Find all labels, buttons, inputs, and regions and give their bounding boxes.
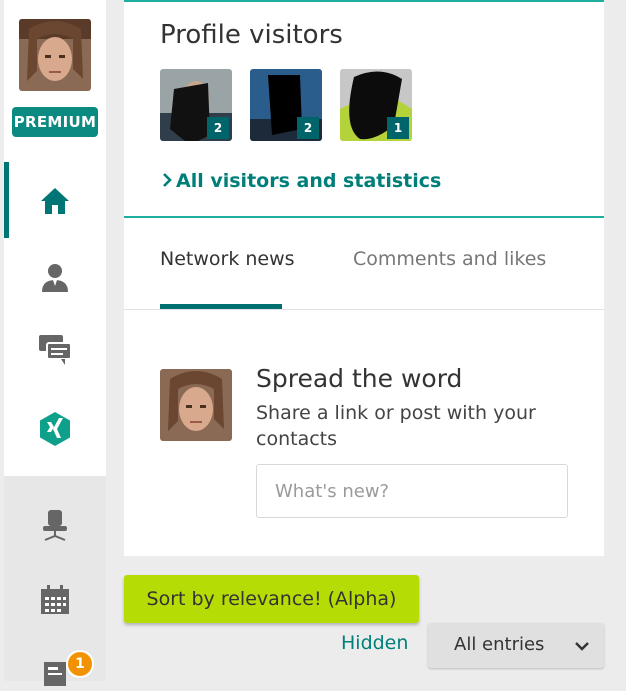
tab-comments-and-likes[interactable]: Comments and likes [353, 248, 546, 270]
whats-new-input[interactable] [256, 464, 568, 518]
visitor-count-badge: 2 [297, 117, 319, 139]
jobs-chair-icon[interactable] [37, 507, 73, 543]
visitor-thumbnail[interactable]: 2 [250, 69, 322, 141]
user-avatar[interactable] [19, 19, 91, 91]
all-visitors-label: All visitors and statistics [176, 170, 442, 192]
composer-subtitle: Share a link or post with your contacts [256, 402, 536, 450]
xing-icon[interactable] [37, 411, 73, 447]
hidden-link[interactable]: Hidden [341, 632, 408, 654]
chevron-right-icon [162, 170, 172, 192]
visitor-count-badge: 1 [387, 117, 409, 139]
composer-title: Spread the word [256, 364, 463, 393]
contacts-icon[interactable] [37, 260, 73, 296]
visitor-thumbnail[interactable]: 1 [340, 69, 412, 141]
messages-icon[interactable] [37, 332, 73, 368]
home-icon[interactable] [37, 183, 73, 219]
sort-by-relevance-button[interactable]: Sort by relevance! (Alpha) [124, 575, 419, 623]
chevron-down-icon [574, 637, 590, 656]
tab-network-news[interactable]: Network news [160, 248, 295, 270]
visitor-thumbnail[interactable]: 2 [160, 69, 232, 141]
profile-visitors-title: Profile visitors [160, 20, 343, 50]
events-calendar-icon[interactable] [37, 582, 73, 618]
premium-badge[interactable]: PREMIUM [12, 107, 98, 137]
visitor-count-badge: 2 [207, 117, 229, 139]
section-divider-line [124, 216, 604, 218]
all-visitors-link[interactable]: All visitors and statistics [162, 170, 441, 192]
tabs-divider [124, 309, 604, 310]
entries-filter-value: All entries [454, 634, 545, 655]
composer-avatar [160, 369, 232, 441]
news-notification-badge: 1 [66, 650, 94, 678]
entries-filter-dropdown[interactable]: All entries [428, 623, 604, 668]
top-accent-line [124, 0, 604, 2]
active-nav-indicator [4, 162, 9, 238]
